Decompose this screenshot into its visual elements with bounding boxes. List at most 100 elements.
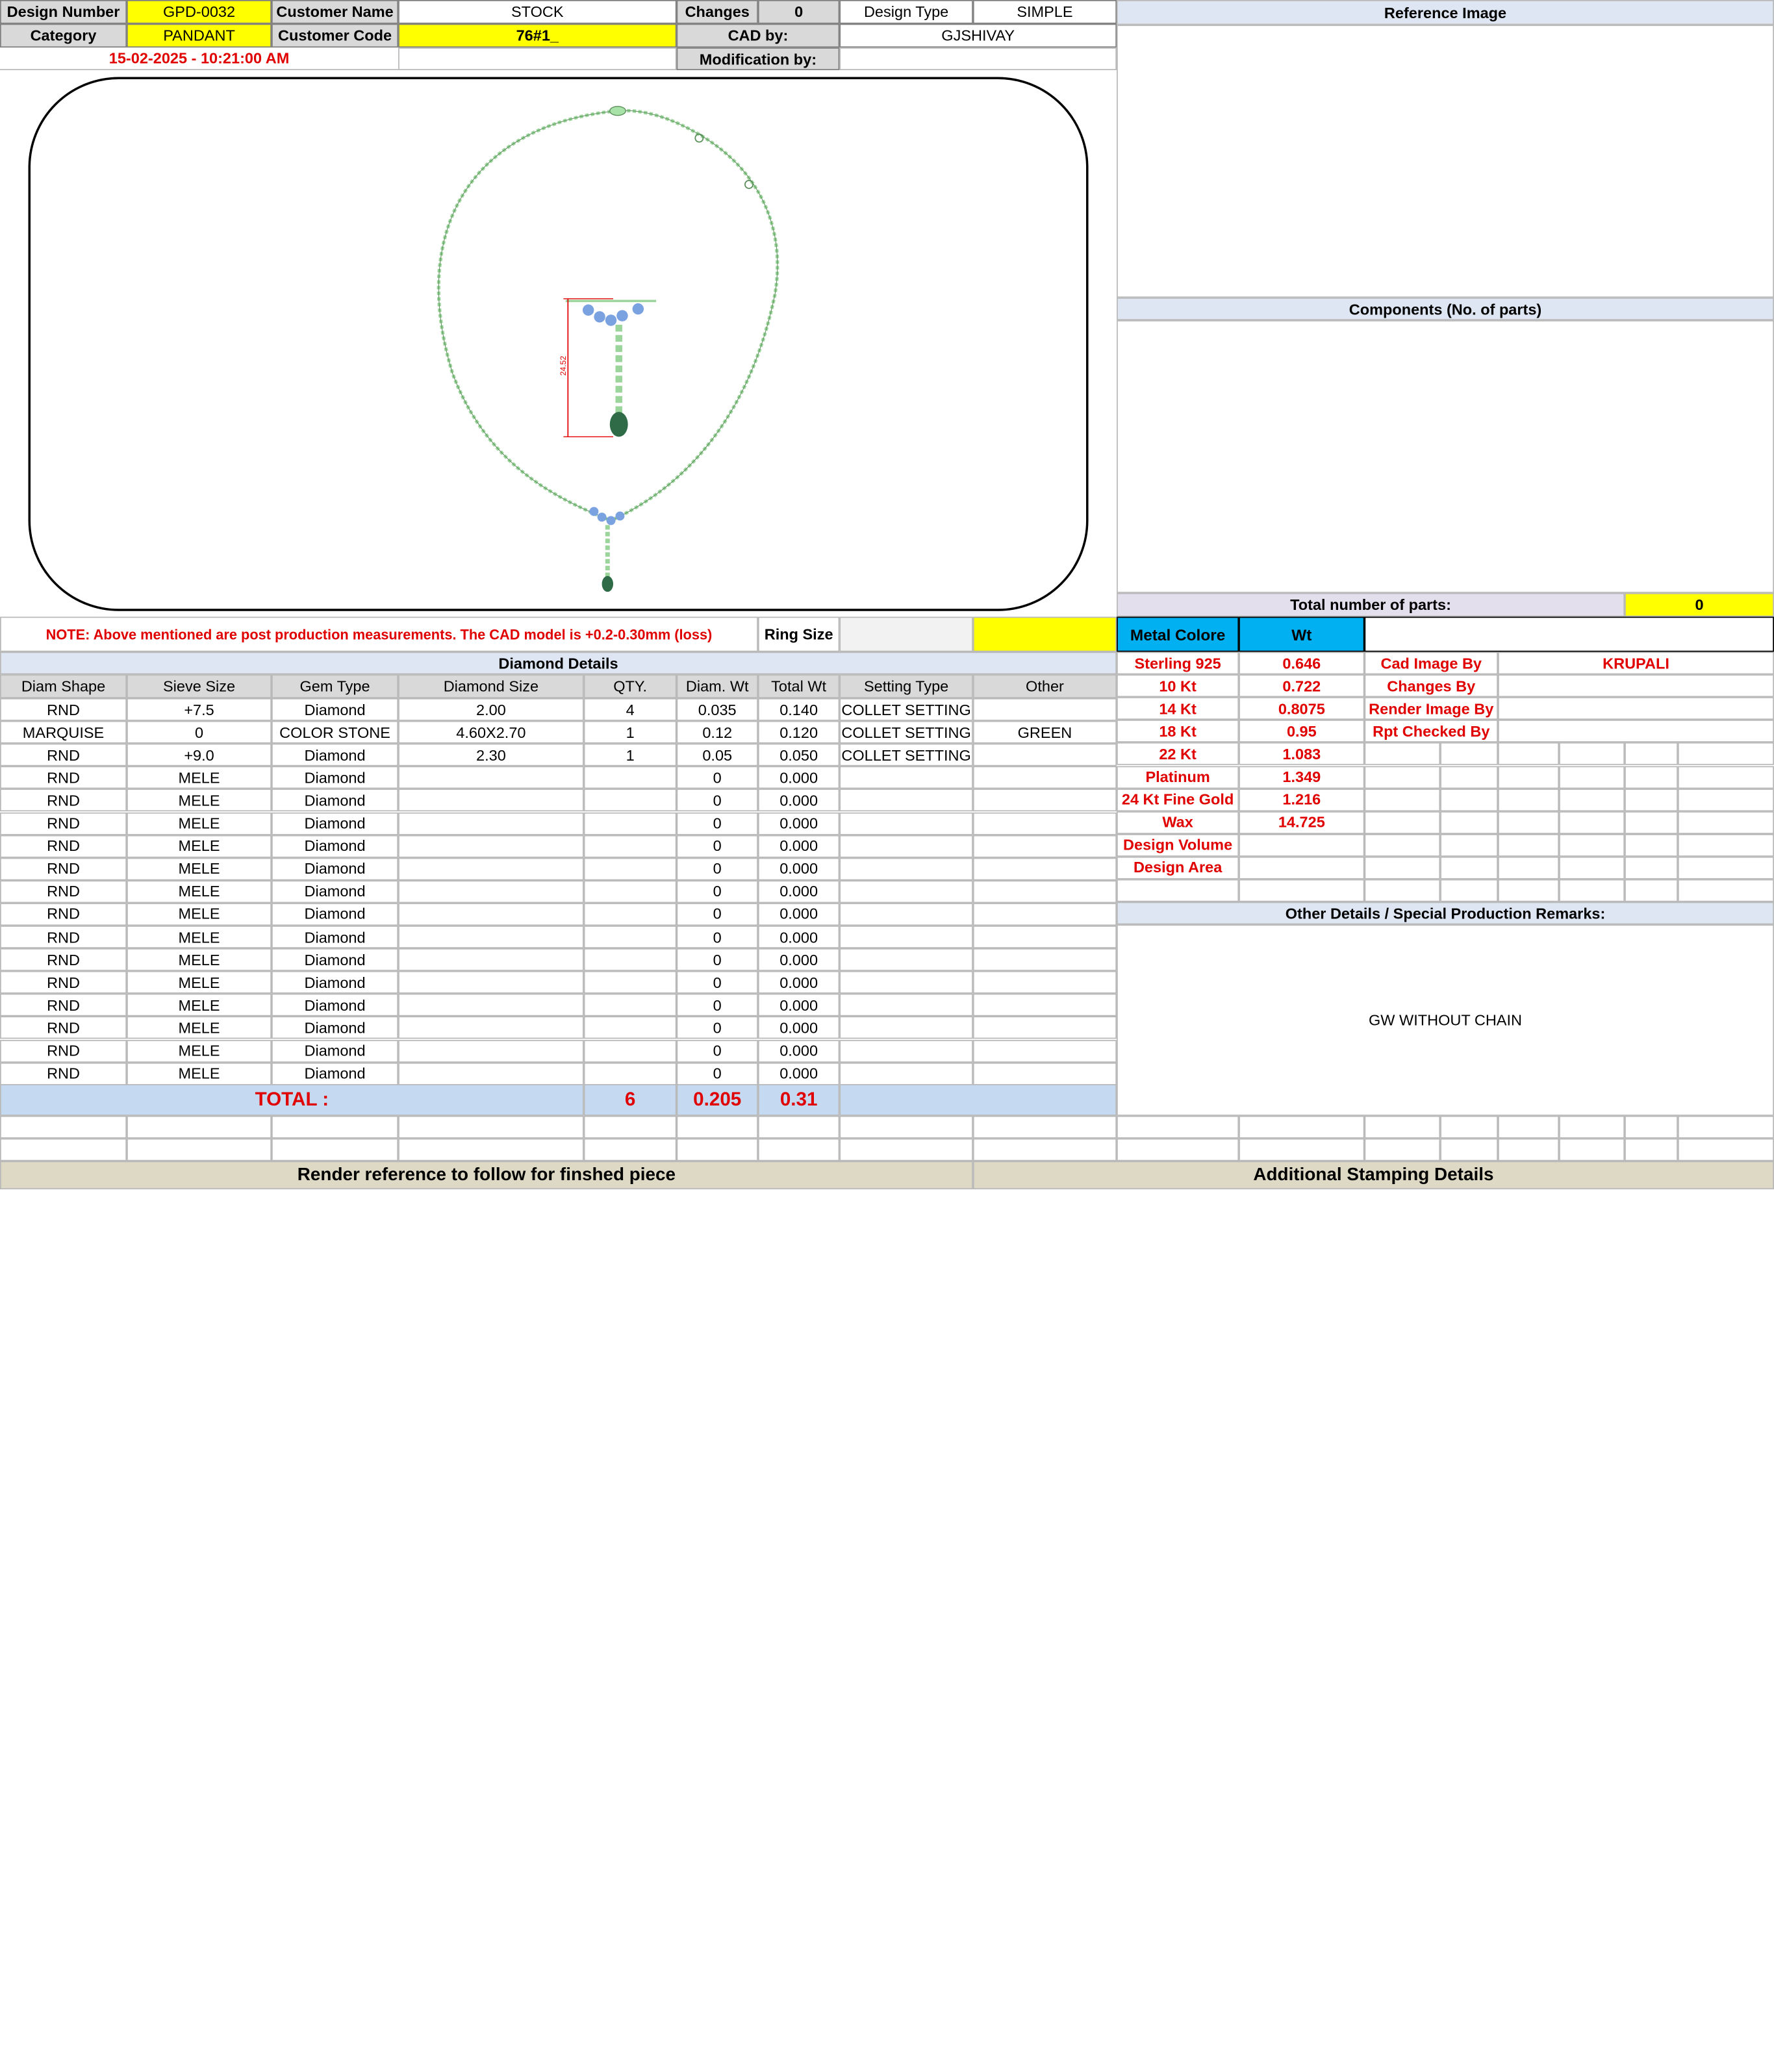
- empty-cell[interactable]: [1498, 1115, 1560, 1139]
- empty-cell[interactable]: [972, 1115, 1117, 1139]
- diamond-cell[interactable]: 0.140: [757, 698, 840, 721]
- grid-cell[interactable]: [1677, 788, 1774, 811]
- empty-cell[interactable]: [127, 1115, 272, 1139]
- diamond-cell[interactable]: +9.0: [127, 743, 272, 766]
- diamond-cell[interactable]: 0.000: [757, 1062, 840, 1085]
- diamond-cell[interactable]: [972, 857, 1117, 881]
- diamond-cell[interactable]: RND: [0, 812, 127, 835]
- diamond-cell[interactable]: 0: [676, 880, 758, 903]
- grid-cell[interactable]: [1559, 833, 1625, 857]
- diamond-cell[interactable]: [583, 948, 677, 972]
- grid-cell[interactable]: [1677, 879, 1774, 902]
- diamond-cell[interactable]: 2.30: [398, 743, 584, 766]
- metal-wt[interactable]: [1239, 833, 1365, 857]
- diamond-cell[interactable]: RND: [0, 1062, 127, 1085]
- diamond-cell[interactable]: 0: [676, 948, 758, 972]
- diamond-cell[interactable]: [398, 1017, 584, 1040]
- empty-cell[interactable]: [1239, 1115, 1365, 1139]
- diamond-cell[interactable]: Diamond: [272, 994, 399, 1017]
- diamond-cell[interactable]: [398, 1039, 584, 1063]
- grid-cell[interactable]: [1498, 765, 1560, 789]
- diamond-cell[interactable]: 0.12: [676, 720, 758, 744]
- ring-size-highlight[interactable]: [972, 616, 1117, 652]
- diamond-cell[interactable]: RND: [0, 698, 127, 721]
- diamond-cell[interactable]: COLLET SETTING: [839, 698, 973, 721]
- diamond-cell[interactable]: [583, 971, 677, 994]
- diamond-cell[interactable]: 0.120: [757, 720, 840, 744]
- diamond-cell[interactable]: RND: [0, 903, 127, 926]
- grid-cell[interactable]: [1440, 765, 1499, 789]
- empty-cell[interactable]: [1559, 1138, 1625, 1161]
- grid-cell[interactable]: [1364, 856, 1441, 879]
- diamond-cell[interactable]: [972, 789, 1117, 813]
- category-value[interactable]: PANDANT: [127, 23, 272, 48]
- metal-wt[interactable]: 0.722: [1239, 674, 1365, 698]
- grid-cell[interactable]: [1498, 788, 1560, 811]
- diamond-cell[interactable]: 0: [676, 1062, 758, 1085]
- empty-cell[interactable]: [1559, 1115, 1625, 1139]
- diamond-cell[interactable]: [839, 880, 973, 903]
- diamond-cell[interactable]: 0: [676, 903, 758, 926]
- diamond-cell[interactable]: MELE: [127, 857, 272, 881]
- grid-cell[interactable]: [1498, 811, 1560, 834]
- diamond-cell[interactable]: Diamond: [272, 1039, 399, 1063]
- grid-cell[interactable]: [1677, 811, 1774, 834]
- diamond-cell[interactable]: Diamond: [272, 880, 399, 903]
- grid-cell[interactable]: [1498, 856, 1560, 879]
- diamond-cell[interactable]: 0: [127, 720, 272, 744]
- grid-cell[interactable]: [1625, 879, 1678, 902]
- credit-value[interactable]: [1498, 720, 1774, 743]
- empty-cell[interactable]: [0, 1115, 127, 1139]
- diamond-cell[interactable]: [839, 903, 973, 926]
- diamond-cell[interactable]: 0: [676, 1039, 758, 1063]
- metal-wt[interactable]: 1.083: [1239, 742, 1365, 766]
- modification-by-value[interactable]: [839, 47, 1117, 71]
- diamond-cell[interactable]: 0: [676, 766, 758, 789]
- diamond-cell[interactable]: [839, 1039, 973, 1063]
- grid-cell[interactable]: [1498, 879, 1560, 902]
- diamond-cell[interactable]: [972, 698, 1117, 721]
- diamond-cell[interactable]: [839, 926, 973, 949]
- empty-cell[interactable]: [839, 1115, 973, 1139]
- diamond-cell[interactable]: GREEN: [972, 720, 1117, 744]
- grid-cell[interactable]: [1625, 811, 1678, 834]
- diamond-cell[interactable]: +7.5: [127, 698, 272, 721]
- diamond-cell[interactable]: 0.000: [757, 971, 840, 994]
- diamond-cell[interactable]: MELE: [127, 926, 272, 949]
- metal-wt[interactable]: [1239, 856, 1365, 879]
- empty-cell[interactable]: [1117, 1138, 1239, 1161]
- diamond-cell[interactable]: 0.05: [676, 743, 758, 766]
- diamond-cell[interactable]: 2.00: [398, 698, 584, 721]
- diamond-cell[interactable]: 0: [676, 926, 758, 949]
- diamond-cell[interactable]: 0: [676, 994, 758, 1017]
- grid-cell[interactable]: [1364, 811, 1441, 834]
- diamond-cell[interactable]: 1: [583, 743, 677, 766]
- diamond-cell[interactable]: 0.000: [757, 766, 840, 789]
- diamond-cell[interactable]: Diamond: [272, 948, 399, 972]
- diamond-cell[interactable]: 0.000: [757, 857, 840, 881]
- credit-value[interactable]: [1498, 674, 1774, 698]
- diamond-cell[interactable]: MELE: [127, 789, 272, 813]
- diamond-cell[interactable]: [839, 812, 973, 835]
- grid-cell[interactable]: [1677, 742, 1774, 766]
- grid-cell[interactable]: [1440, 742, 1499, 766]
- diamond-cell[interactable]: 0.000: [757, 835, 840, 858]
- design-number-value[interactable]: GPD-0032: [127, 0, 272, 24]
- diamond-cell[interactable]: RND: [0, 926, 127, 949]
- diamond-cell[interactable]: RND: [0, 948, 127, 972]
- grid-cell[interactable]: [1559, 742, 1625, 766]
- diamond-cell[interactable]: RND: [0, 857, 127, 881]
- diamond-cell[interactable]: 0.000: [757, 812, 840, 835]
- diamond-cell[interactable]: [398, 948, 584, 972]
- diamond-cell[interactable]: 0: [676, 812, 758, 835]
- diamond-cell[interactable]: [839, 766, 973, 789]
- diamond-cell[interactable]: COLLET SETTING: [839, 720, 973, 744]
- grid-cell[interactable]: [1559, 765, 1625, 789]
- diamond-cell[interactable]: MELE: [127, 812, 272, 835]
- grid-cell[interactable]: [1364, 833, 1441, 857]
- diamond-cell[interactable]: MELE: [127, 994, 272, 1017]
- diamond-cell[interactable]: 0: [676, 835, 758, 858]
- empty-cell[interactable]: [1625, 1138, 1678, 1161]
- empty-cell[interactable]: [1440, 1138, 1499, 1161]
- grid-cell[interactable]: [1498, 833, 1560, 857]
